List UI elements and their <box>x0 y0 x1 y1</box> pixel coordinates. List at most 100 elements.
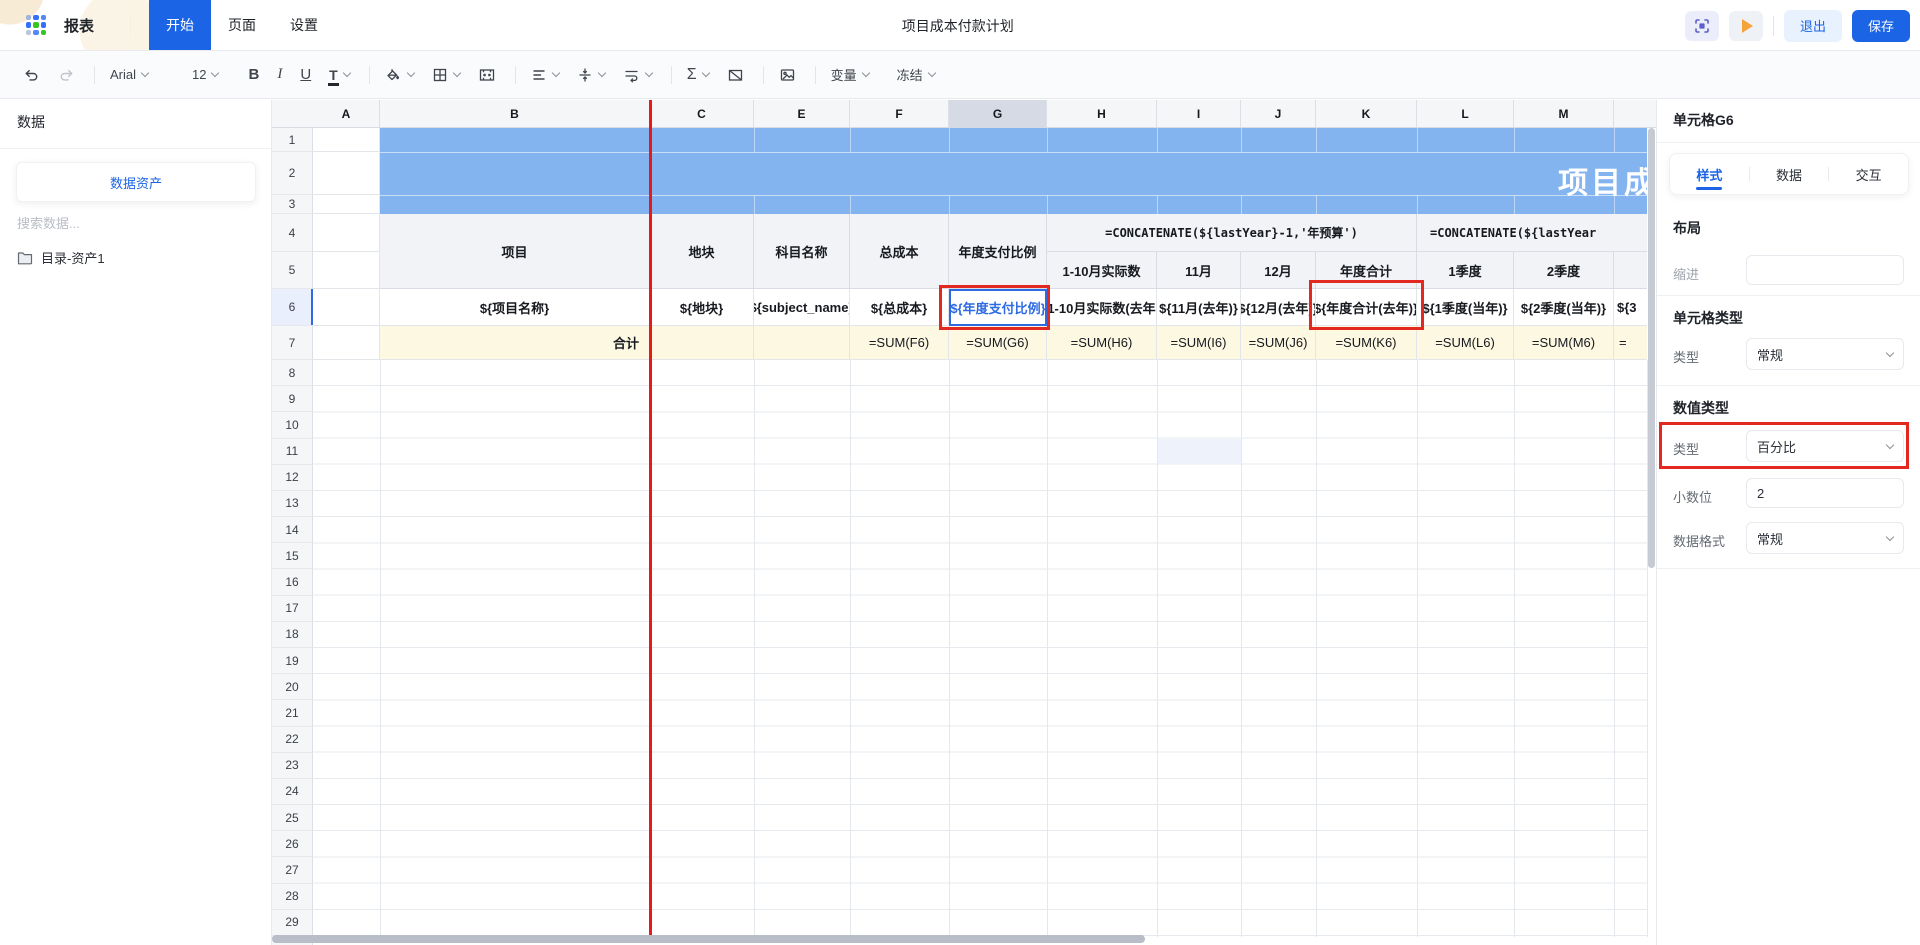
row-header-9[interactable]: 9 <box>272 386 313 412</box>
column-header-I[interactable]: I <box>1157 100 1241 128</box>
column-header-B[interactable]: B <box>380 100 650 128</box>
cell-C7[interactable] <box>650 326 754 360</box>
preview-button[interactable] <box>1729 11 1763 41</box>
cell-H4-concat-formula[interactable]: =CONCATENATE(${lastYear}-1,'年预算') <box>1047 214 1417 252</box>
cell-K5-annual-total[interactable]: 年度合计 <box>1316 252 1417 289</box>
cell-J5-dec[interactable]: 12月 <box>1241 252 1316 289</box>
data-format-select[interactable]: 常规 <box>1746 522 1904 554</box>
cell-G4-annual-pay-ratio[interactable]: 年度支付比例 <box>949 214 1047 289</box>
column-header-M[interactable]: M <box>1514 100 1614 128</box>
text-color-button[interactable]: T <box>322 60 357 90</box>
cell-I6-var[interactable]: ${11月(去年)} <box>1157 289 1241 326</box>
fill-color-button[interactable] <box>378 60 421 90</box>
fullscreen-button[interactable] <box>1685 11 1719 41</box>
column-header-C[interactable]: C <box>650 100 754 128</box>
cell-H6-var[interactable]: 1-10月实际数(去年 <box>1047 289 1157 326</box>
cell-E6-subject-var[interactable]: ${subject_name} <box>754 289 850 326</box>
number-type-select[interactable]: 百分比 <box>1746 430 1904 462</box>
font-size-select[interactable]: 12 <box>185 60 225 90</box>
row-header-8[interactable]: 8 <box>272 360 313 386</box>
row-header-27[interactable]: 27 <box>272 857 313 883</box>
nav-tab-page[interactable]: 页面 <box>211 0 273 51</box>
text-wrap-button[interactable] <box>616 60 659 90</box>
cell-A1[interactable] <box>313 128 380 152</box>
cell-K7-sum[interactable]: =SUM(K6) <box>1316 326 1417 360</box>
row-header-3[interactable]: 3 <box>272 195 313 214</box>
row-header-1[interactable]: 1 <box>272 128 313 152</box>
row-header-23[interactable]: 23 <box>272 753 313 779</box>
cell-A3[interactable] <box>313 195 380 214</box>
exit-button[interactable]: 退出 <box>1784 10 1842 42</box>
cell-N7-sum[interactable]: = <box>1614 326 1647 360</box>
variable-menu-button[interactable]: 变量 <box>824 60 876 90</box>
column-header-L[interactable]: L <box>1417 100 1514 128</box>
panel-tab-style[interactable]: 样式 <box>1670 154 1749 194</box>
borders-button[interactable] <box>425 60 467 90</box>
panel-tab-data[interactable]: 数据 <box>1750 154 1829 194</box>
cell-type-select[interactable]: 常规 <box>1746 338 1904 370</box>
row-header-24[interactable]: 24 <box>272 779 313 805</box>
sum-function-button[interactable]: Σ <box>680 60 716 90</box>
cell-M5-q2[interactable]: 2季度 <box>1514 252 1614 289</box>
nav-tab-settings[interactable]: 设置 <box>273 0 335 51</box>
row-header-13[interactable]: 13 <box>272 491 313 517</box>
row-header-20[interactable]: 20 <box>272 674 313 700</box>
cell-M7-sum[interactable]: =SUM(M6) <box>1514 326 1614 360</box>
bold-button[interactable]: B <box>241 60 266 90</box>
row-header-6[interactable]: 6 <box>272 289 313 326</box>
cell-E7[interactable] <box>754 326 850 360</box>
cell-A7[interactable] <box>313 326 380 360</box>
column-header-E[interactable]: E <box>754 100 850 128</box>
column-header-F[interactable]: F <box>850 100 949 128</box>
cell-H7-sum[interactable]: =SUM(H6) <box>1047 326 1157 360</box>
cell-L4-concat-formula[interactable]: =CONCATENATE(${lastYear <box>1417 214 1647 252</box>
cell-I5-nov[interactable]: 11月 <box>1157 252 1241 289</box>
cell-G6-pay-ratio-var-selected[interactable]: ${年度支付比例} <box>949 289 1047 326</box>
row-header-18[interactable]: 18 <box>272 622 313 648</box>
cell-A6[interactable] <box>313 289 380 326</box>
font-family-select[interactable]: Arial <box>103 60 155 90</box>
nav-tab-start[interactable]: 开始 <box>149 0 211 51</box>
save-button[interactable]: 保存 <box>1852 10 1910 42</box>
redo-button[interactable] <box>51 60 82 90</box>
underline-button[interactable]: U <box>293 60 318 90</box>
column-header-K[interactable]: K <box>1316 100 1417 128</box>
row-header-19[interactable]: 19 <box>272 648 313 674</box>
cell-J6-var[interactable]: ${12月(去年)} <box>1241 289 1316 326</box>
column-header-J[interactable]: J <box>1241 100 1316 128</box>
cell-C6-plot-var[interactable]: ${地块} <box>650 289 754 326</box>
cell-B4-project[interactable]: 项目 <box>380 214 650 289</box>
cell-F4-total-cost[interactable]: 总成本 <box>850 214 949 289</box>
indent-input[interactable] <box>1746 255 1904 285</box>
row-header-29[interactable]: 29 <box>272 910 313 936</box>
cell-N5[interactable] <box>1614 252 1647 289</box>
diagonal-split-button[interactable] <box>720 60 751 90</box>
row-header-7[interactable]: 7 <box>272 326 313 360</box>
row-header-4[interactable]: 4 <box>272 214 313 252</box>
column-header-H[interactable]: H <box>1047 100 1157 128</box>
undo-button[interactable] <box>16 60 47 90</box>
freeze-menu-button[interactable]: 冻结 <box>890 60 942 90</box>
banner-merged-cell[interactable]: 项目成本付款计划 <box>380 128 1647 214</box>
cell-C4-plot[interactable]: 地块 <box>650 214 754 289</box>
decimals-input[interactable] <box>1746 478 1904 508</box>
cell-H5-jan-oct-actual[interactable]: 1-10月实际数 <box>1047 252 1157 289</box>
row-header-15[interactable]: 15 <box>272 543 313 569</box>
row-header-14[interactable]: 14 <box>272 517 313 543</box>
cell-G7-sum[interactable]: =SUM(G6) <box>949 326 1047 360</box>
search-input[interactable] <box>17 216 247 231</box>
row-header-17[interactable]: 17 <box>272 596 313 622</box>
cell-N6-var[interactable]: ${3 <box>1614 289 1647 326</box>
horizontal-align-button[interactable] <box>524 60 566 90</box>
cell-L5-q1[interactable]: 1季度 <box>1417 252 1514 289</box>
row-header-28[interactable]: 28 <box>272 884 313 910</box>
panel-tab-interaction[interactable]: 交互 <box>1829 154 1908 194</box>
row-header-26[interactable]: 26 <box>272 831 313 857</box>
cell-A5[interactable] <box>313 252 380 289</box>
cell-M6-var[interactable]: ${2季度(当年)} <box>1514 289 1614 326</box>
cell-A2[interactable] <box>313 152 380 195</box>
cell-K6-var[interactable]: ${年度合计(去年)} <box>1316 289 1417 326</box>
vertical-align-button[interactable] <box>570 60 612 90</box>
cell-L7-sum[interactable]: =SUM(L6) <box>1417 326 1514 360</box>
column-header-A[interactable]: A <box>313 100 380 128</box>
